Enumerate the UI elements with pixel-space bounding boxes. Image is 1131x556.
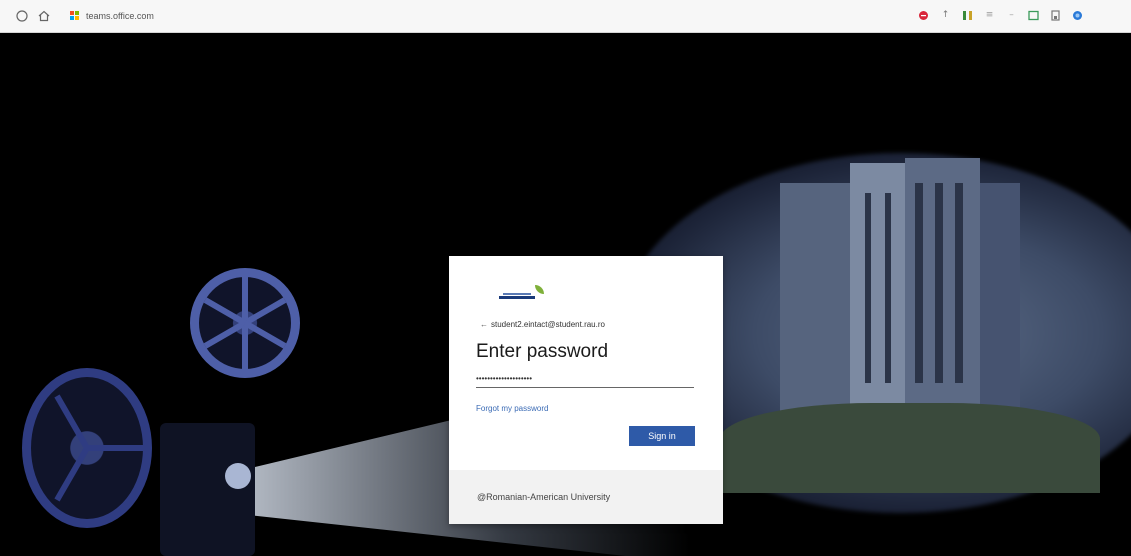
building-block	[850, 163, 905, 423]
dash-extension-icon[interactable]: –	[1006, 10, 1017, 21]
card-footer: @Romanian-American University	[449, 470, 723, 524]
back-icon[interactable]	[15, 9, 29, 23]
projector-body	[160, 423, 255, 556]
stop-extension-icon[interactable]	[918, 10, 929, 21]
page-title: Enter password	[476, 341, 609, 362]
building-window	[865, 193, 871, 383]
pin-extension-icon[interactable]: ↑	[940, 10, 951, 21]
trees	[720, 403, 1100, 493]
signin-card: ← student2.eintact@student.rau.ro Enter p…	[449, 256, 723, 524]
film-reel-back-icon	[190, 268, 300, 378]
university-logo	[499, 285, 545, 301]
projector-lens	[225, 463, 251, 489]
globe-extension-icon[interactable]	[1072, 10, 1083, 21]
account-email: student2.eintact@student.rau.ro	[491, 320, 605, 329]
film-reel-front-icon	[22, 368, 152, 528]
account-identity[interactable]: ← student2.eintact@student.rau.ro	[480, 319, 605, 331]
home-icon[interactable]	[37, 9, 51, 23]
calendar-extension-icon[interactable]	[1028, 10, 1039, 21]
address-bar[interactable]: teams.office.com	[86, 9, 154, 23]
building-block	[780, 183, 850, 413]
building-window	[935, 183, 943, 383]
sign-in-button[interactable]: Sign in	[629, 426, 695, 446]
forgot-password-link[interactable]: Forgot my password	[476, 403, 548, 415]
building-block	[980, 183, 1020, 423]
browser-window: teams.office.com ↑ ≡ – ← student2.eintac…	[0, 0, 1131, 556]
site-favicon-icon	[70, 11, 79, 20]
save-extension-icon[interactable]	[1050, 10, 1061, 21]
organization-name: @Romanian-American University	[477, 492, 611, 502]
list-extension-icon[interactable]: ≡	[984, 10, 995, 21]
browser-toolbar: teams.office.com ↑ ≡ –	[0, 0, 1131, 33]
back-arrow-icon[interactable]: ←	[480, 320, 488, 329]
building-window	[915, 183, 923, 383]
building-window	[955, 183, 963, 383]
bars-extension-icon[interactable]	[962, 10, 973, 21]
building-window	[885, 193, 891, 383]
password-input[interactable]: ••••••••••••••••••••	[476, 370, 694, 388]
